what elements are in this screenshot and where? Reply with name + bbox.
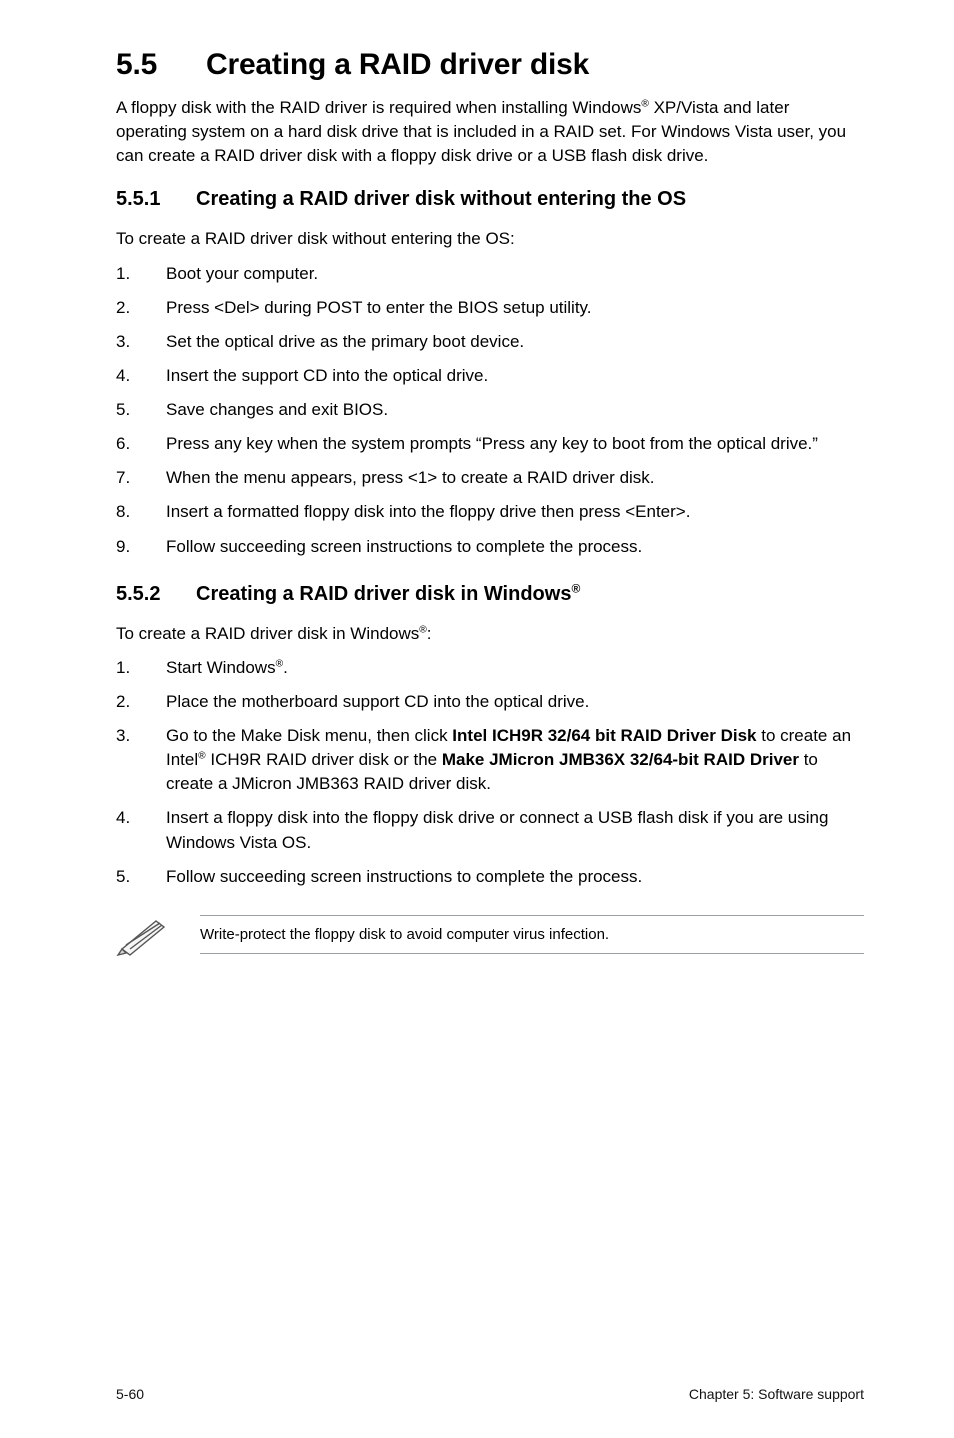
lead-text-b: :: [427, 624, 432, 643]
subsection-552-lead: To create a RAID driver disk in Windows®…: [116, 622, 864, 646]
note-rule-bottom: [200, 953, 864, 954]
intro-text-a: A floppy disk with the RAID driver is re…: [116, 98, 641, 117]
footer-chapter-label: Chapter 5: Software support: [689, 1386, 864, 1402]
step3-bold-1: Intel ICH9R 32/64 bit RAID Driver Disk: [452, 726, 756, 745]
list-item: Follow succeeding screen instructions to…: [116, 865, 864, 889]
registered-mark: ®: [198, 750, 206, 761]
list-item: Save changes and exit BIOS.: [116, 398, 864, 422]
registered-mark: ®: [276, 658, 284, 669]
registered-mark: ®: [571, 581, 580, 595]
list-item: Insert the support CD into the optical d…: [116, 364, 864, 388]
list-item: Press any key when the system prompts “P…: [116, 432, 864, 456]
subsection-551-number: 5.5.1: [116, 188, 196, 211]
list-item: Set the optical drive as the primary boo…: [116, 330, 864, 354]
step-text-b: .: [283, 658, 288, 677]
page-footer: 5-60 Chapter 5: Software support: [116, 1386, 864, 1402]
step3-d: ICH9R RAID driver disk or the: [206, 750, 442, 769]
step-text-a: Start Windows: [166, 658, 276, 677]
section-heading: 5.5Creating a RAID driver disk: [116, 48, 864, 82]
list-item: Insert a formatted floppy disk into the …: [116, 500, 864, 524]
lead-text-a: To create a RAID driver disk in Windows: [116, 624, 419, 643]
list-item: When the menu appears, press <1> to crea…: [116, 466, 864, 490]
subsection-552-heading: 5.5.2Creating a RAID driver disk in Wind…: [116, 583, 864, 606]
subsection-552-steps: Start Windows®. Place the motherboard su…: [116, 656, 864, 889]
section-number: 5.5: [116, 48, 206, 82]
list-item: Insert a floppy disk into the floppy dis…: [116, 806, 864, 854]
subsection-551-heading: 5.5.1Creating a RAID driver disk without…: [116, 188, 864, 211]
step3-a: Go to the Make Disk menu, then click: [166, 726, 452, 745]
subsection-551-steps: Boot your computer. Press <Del> during P…: [116, 262, 864, 559]
list-item: Place the motherboard support CD into th…: [116, 690, 864, 714]
registered-mark: ®: [419, 624, 427, 635]
list-item: Press <Del> during POST to enter the BIO…: [116, 296, 864, 320]
page: 5.5Creating a RAID driver disk A floppy …: [0, 0, 954, 1438]
list-item: Boot your computer.: [116, 262, 864, 286]
note-block: Write-protect the floppy disk to avoid c…: [116, 913, 864, 957]
subsection-551-lead: To create a RAID driver disk without ent…: [116, 227, 864, 251]
list-item: Start Windows®.: [116, 656, 864, 680]
registered-mark: ®: [641, 98, 649, 109]
subsection-551-title: Creating a RAID driver disk without ente…: [196, 188, 686, 210]
intro-paragraph: A floppy disk with the RAID driver is re…: [116, 96, 864, 168]
pencil-note-icon: [116, 913, 172, 957]
section-title: Creating a RAID driver disk: [206, 48, 589, 81]
subsection-552-title-a: Creating a RAID driver disk in Windows: [196, 583, 571, 605]
list-item: Follow succeeding screen instructions to…: [116, 535, 864, 559]
subsection-552-number: 5.5.2: [116, 583, 196, 606]
note-text: Write-protect the floppy disk to avoid c…: [200, 916, 864, 953]
list-item: Go to the Make Disk menu, then click Int…: [116, 724, 864, 796]
note-content: Write-protect the floppy disk to avoid c…: [200, 915, 864, 954]
footer-page-number: 5-60: [116, 1386, 144, 1402]
step3-bold-2: Make JMicron JMB36X 32/64-bit RAID Drive…: [442, 750, 799, 769]
